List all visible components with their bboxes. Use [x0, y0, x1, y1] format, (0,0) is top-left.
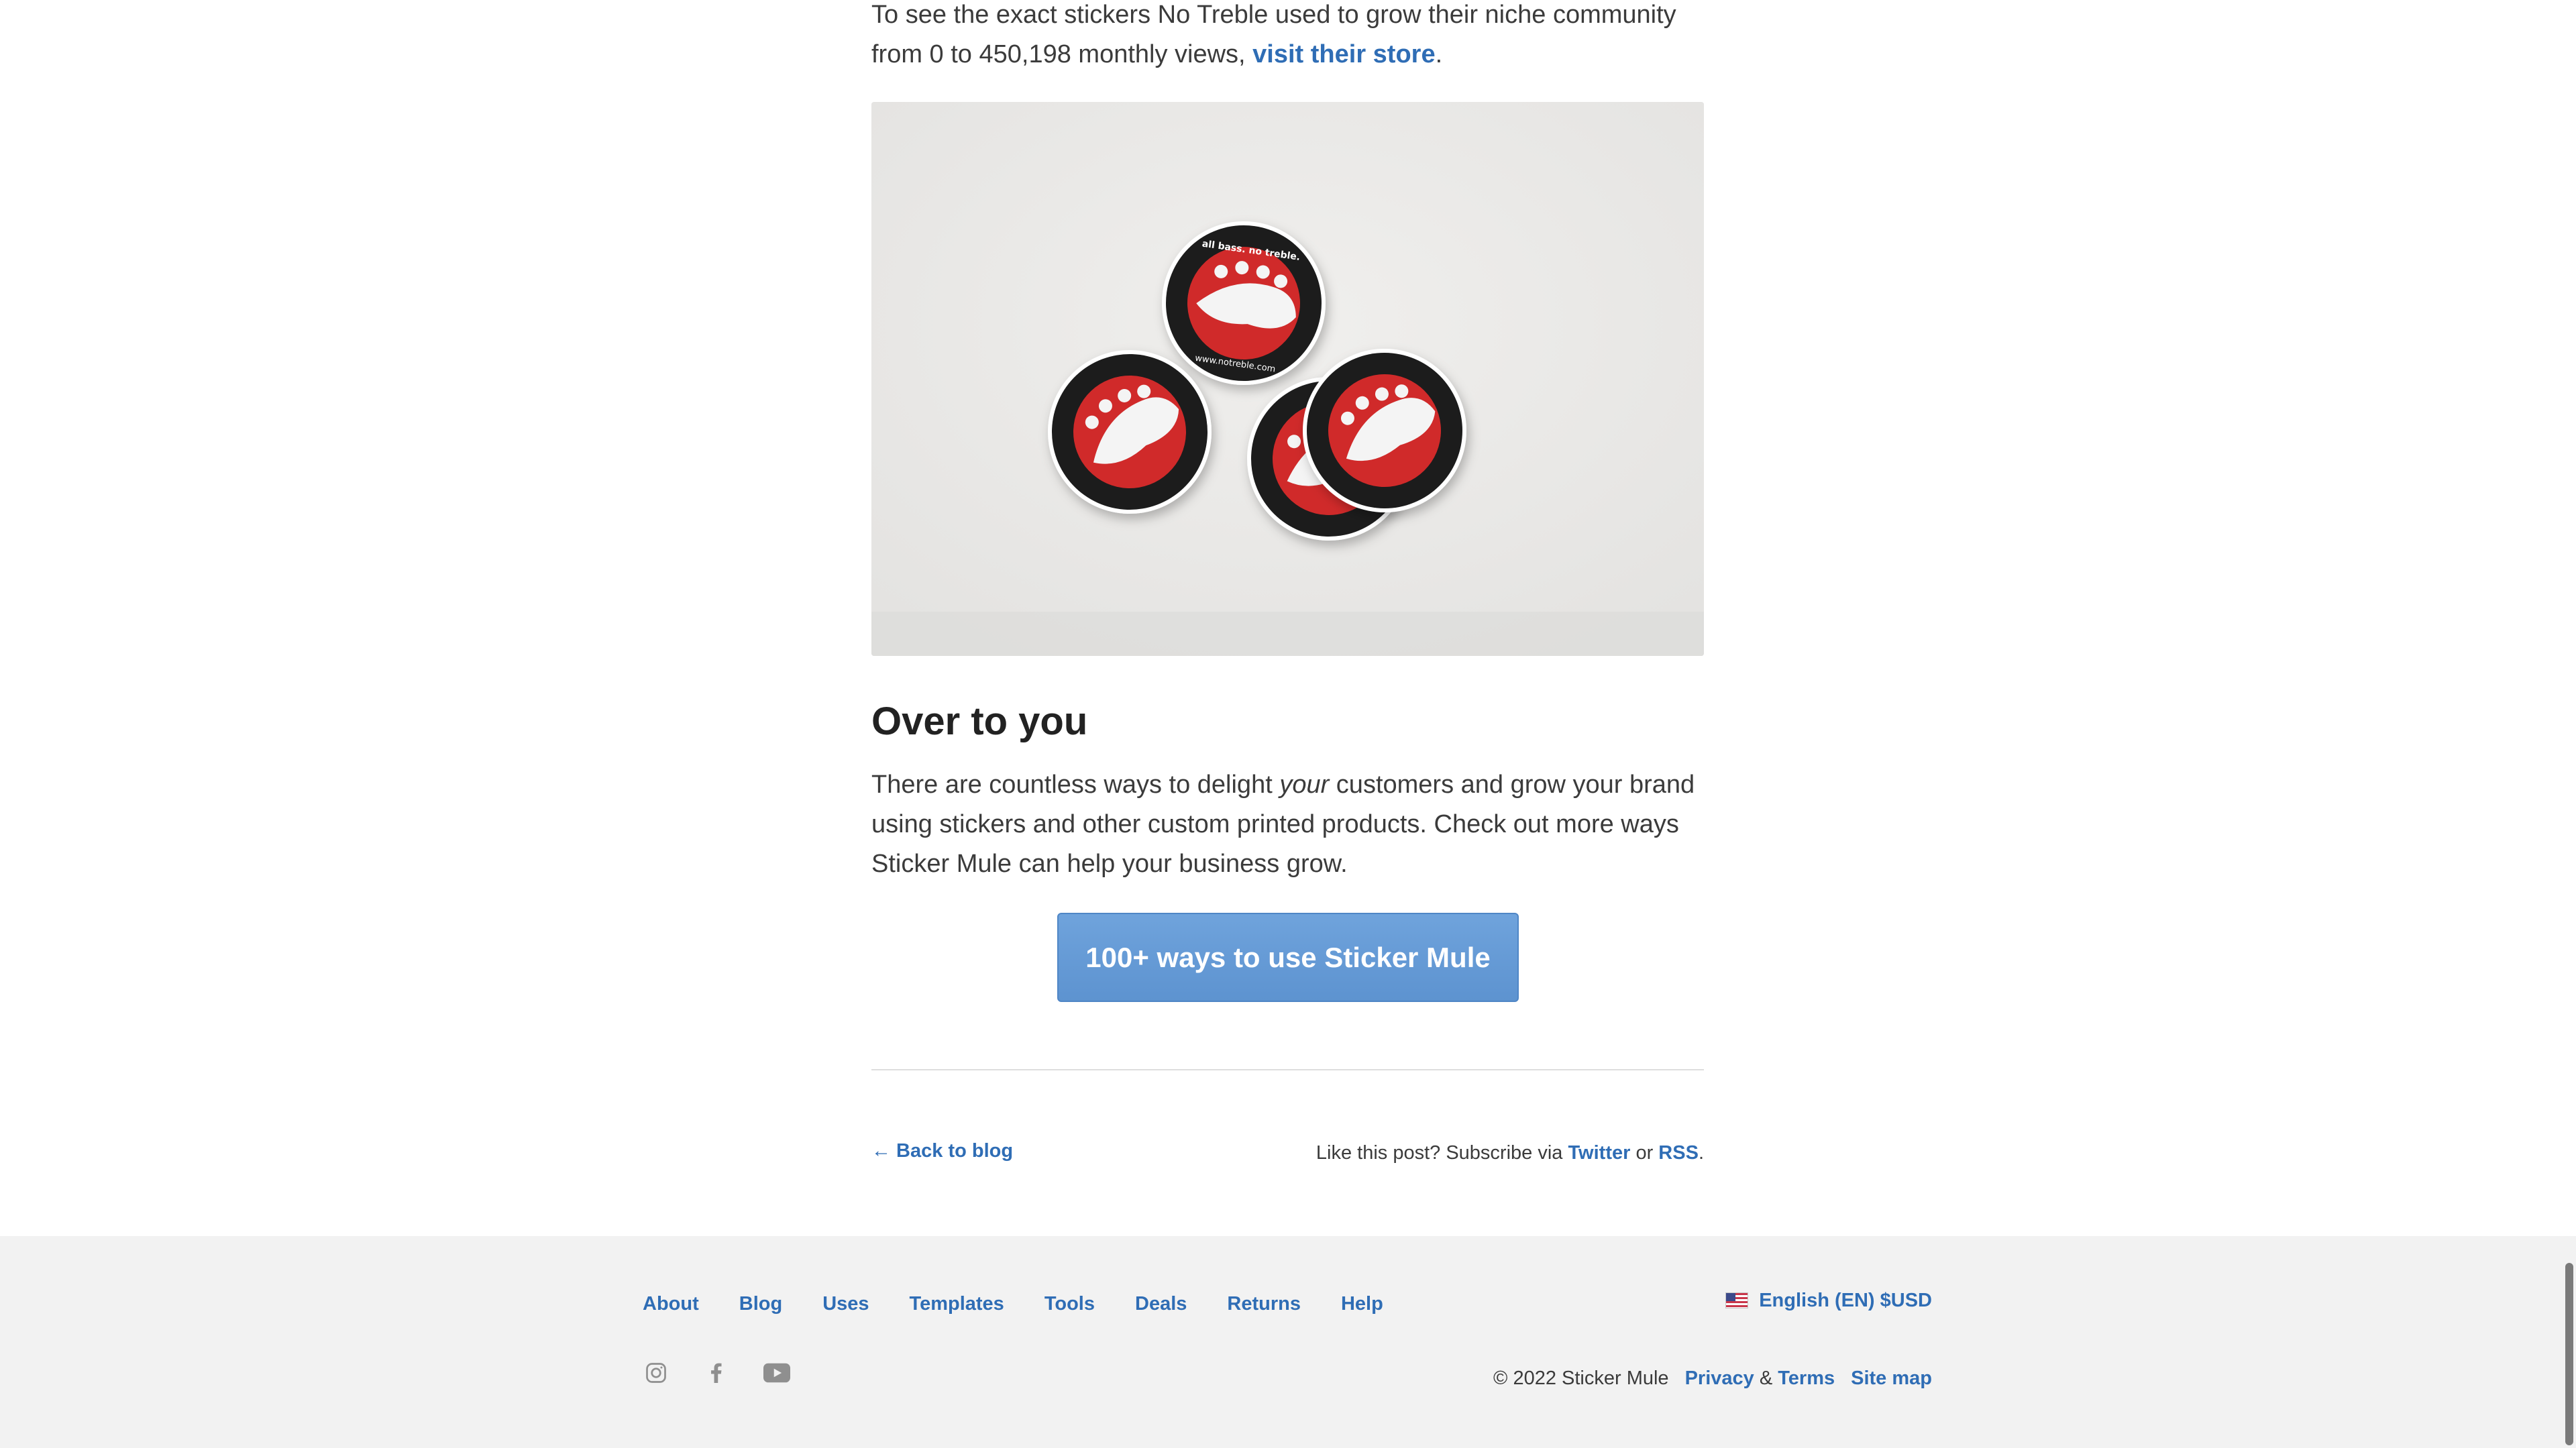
legal-amp: &	[1754, 1368, 1778, 1389]
back-to-blog-link[interactable]: ← Back to blog	[871, 1137, 1013, 1164]
terms-link[interactable]: Terms	[1778, 1368, 1835, 1389]
copyright: © 2022 Sticker Mule	[1493, 1368, 1669, 1389]
footer-nav-item: About	[643, 1290, 739, 1317]
language-selector[interactable]: English (EN) $USD	[1725, 1287, 1932, 1314]
subscribe-prefix: Like this post? Subscribe via	[1316, 1142, 1568, 1164]
body-paragraph: There are countless ways to delight your…	[871, 765, 1704, 884]
uses-cta-button[interactable]: 100+ ways to use Sticker Mule	[1057, 913, 1519, 1002]
footer-nav-item: Help	[1341, 1290, 1424, 1317]
footer-nav-item: Templates	[910, 1290, 1044, 1317]
subscribe-or: or	[1630, 1142, 1659, 1164]
scrollbar[interactable]	[2561, 0, 2576, 1448]
footer-link-blog[interactable]: Blog	[739, 1290, 782, 1317]
privacy-link[interactable]: Privacy	[1685, 1368, 1754, 1389]
subscribe-end: .	[1698, 1142, 1704, 1164]
hero-image: all bass. no treble. www.notreble.com	[871, 102, 1704, 656]
footer-link-returns[interactable]: Returns	[1227, 1290, 1301, 1317]
facebook-icon[interactable]	[703, 1359, 730, 1386]
footer-link-uses[interactable]: Uses	[822, 1290, 869, 1317]
scrollbar-thumb[interactable]	[2565, 1263, 2573, 1445]
intro-paragraph: To see the exact stickers No Treble used…	[871, 0, 1704, 74]
footer-nav-item: Blog	[739, 1290, 822, 1317]
visit-store-link[interactable]: visit their store	[1252, 40, 1435, 68]
footer-nav-item: Deals	[1135, 1290, 1227, 1317]
footer-link-help[interactable]: Help	[1341, 1290, 1383, 1317]
body-text-1: There are countless ways to delight	[871, 771, 1280, 799]
instagram-icon[interactable]	[643, 1359, 669, 1386]
subscribe-line: Like this post? Subscribe via Twitter or…	[1316, 1139, 1704, 1166]
youtube-icon[interactable]	[763, 1359, 790, 1386]
legal-line: © 2022 Sticker Mule Privacy & Terms Site m…	[1493, 1365, 1932, 1392]
site-footer: About Blog Uses Templates Tools Deals Re…	[0, 1236, 2576, 1448]
footer-link-templates[interactable]: Templates	[910, 1290, 1004, 1317]
footer-link-about[interactable]: About	[643, 1290, 699, 1317]
social-links	[643, 1359, 790, 1386]
sitemap-link[interactable]: Site map	[1851, 1368, 1932, 1389]
rss-link[interactable]: RSS	[1658, 1142, 1699, 1164]
stickers-photo: all bass. no treble. www.notreble.com	[871, 102, 1704, 656]
intro-end: .	[1435, 40, 1443, 68]
footer-link-deals[interactable]: Deals	[1135, 1290, 1187, 1317]
footer-link-tools[interactable]: Tools	[1044, 1290, 1095, 1317]
footer-nav-item: Uses	[822, 1290, 909, 1317]
footer-nav: About Blog Uses Templates Tools Deals Re…	[643, 1290, 1424, 1317]
page: To see the exact stickers No Treble used…	[0, 0, 2576, 1448]
language-label: English (EN) $USD	[1759, 1290, 1932, 1311]
twitter-link[interactable]: Twitter	[1568, 1142, 1630, 1164]
footer-nav-item: Tools	[1044, 1290, 1135, 1317]
us-flag-icon	[1725, 1292, 1749, 1308]
body-emphasis: your	[1279, 771, 1330, 799]
divider	[871, 1069, 1704, 1070]
footer-nav-item: Returns	[1227, 1290, 1341, 1317]
section-heading: Over to you	[871, 700, 1088, 743]
